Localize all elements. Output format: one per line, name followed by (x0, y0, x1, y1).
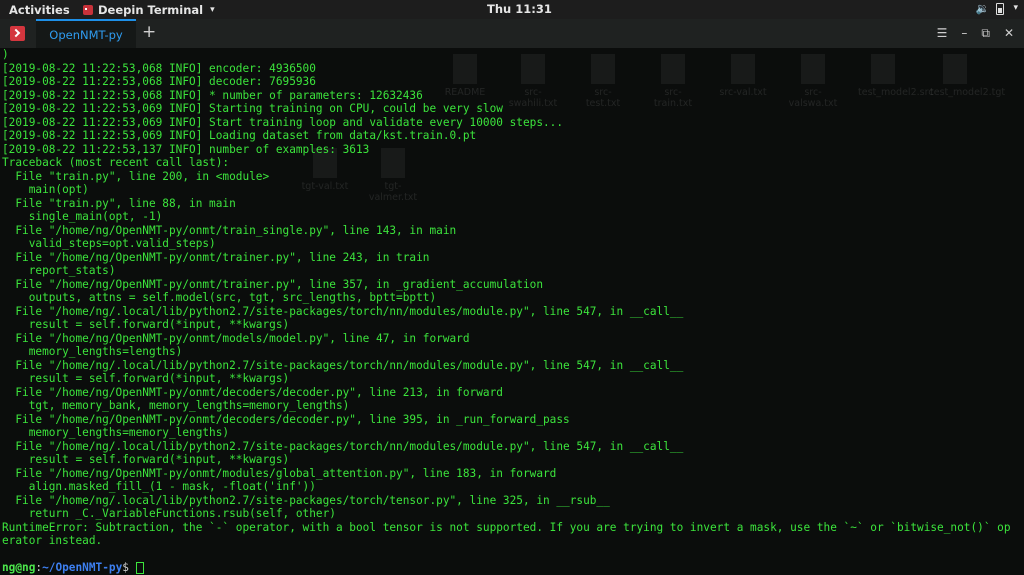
terminal-line: File "/home/ng/.local/lib/python2.7/site… (2, 358, 684, 372)
app-menu[interactable]: Deepin Terminal ▾ (83, 3, 215, 17)
volume-icon: 🔉 (975, 1, 990, 15)
terminal-logo-icon[interactable] (10, 26, 25, 41)
terminal-line: [2019-08-22 11:22:53,069 INFO] Start tra… (2, 115, 564, 129)
terminal-line: File "/home/ng/OpenNMT-py/onmt/decoders/… (2, 412, 570, 426)
terminal-line: RuntimeError: Subtraction, the `-` opera… (2, 520, 1011, 534)
terminal-line: [2019-08-22 11:22:53,069 INFO] Loading d… (2, 129, 477, 142)
terminal-line: File "/home/ng/OpenNMT-py/onmt/models/mo… (2, 331, 470, 345)
terminal-output[interactable]: ) [2019-08-22 11:22:53,068 INFO] encoder:… (2, 48, 1024, 575)
terminal-line: Traceback (most recent call last): (2, 156, 230, 169)
chevron-down-icon: ▾ (210, 4, 215, 15)
prompt-symbol: $ (122, 561, 136, 574)
top-bar: Activities Deepin Terminal ▾ Thu 11:31 🔉… (0, 0, 1024, 19)
battery-icon (996, 3, 1005, 15)
terminal-line: [2019-08-22 11:22:53,068 INFO] * number … (2, 88, 423, 102)
tab-opennmt-py[interactable]: OpenNMT-py (36, 19, 136, 48)
terminal-line: File "train.py", line 200, in <module> (2, 169, 270, 183)
terminal-line: File "train.py", line 88, in main (2, 196, 236, 210)
prompt-user: ng@ng (2, 561, 36, 574)
terminal-line: File "/home/ng/.local/lib/python2.7/site… (2, 304, 684, 318)
terminal-line: [2019-08-22 11:22:53,068 INFO] decoder: … (2, 75, 316, 88)
maximize-icon[interactable]: ⧉ (981, 26, 990, 41)
terminal-line: main(opt) (2, 183, 89, 196)
chevron-down-icon: ▾ (1013, 3, 1018, 13)
terminal-tab-bar: OpenNMT-py + ☰ – ⧉ ✕ (0, 19, 1024, 48)
terminal-line: File "/home/ng/OpenNMT-py/onmt/modules/g… (2, 466, 557, 480)
terminal-line: result = self.forward(*input, **kwargs) (2, 453, 290, 466)
minimize-icon[interactable]: – (961, 26, 967, 41)
terminal-line: ) (2, 48, 9, 61)
text-cursor (135, 562, 144, 574)
terminal-line: memory_lengths=memory_lengths) (2, 426, 230, 439)
menu-icon[interactable]: ☰ (937, 26, 948, 41)
terminal-line: File "/home/ng/.local/lib/python2.7/site… (2, 493, 610, 507)
app-menu-label: Deepin Terminal (98, 2, 204, 17)
terminal-line: return _C._VariableFunctions.rsub(self, … (2, 507, 336, 520)
terminal-line: valid_steps=opt.valid_steps) (2, 237, 216, 250)
terminal-line: File "/home/ng/OpenNMT-py/onmt/trainer.p… (2, 277, 543, 291)
window-controls: ☰ – ⧉ ✕ (937, 26, 1014, 41)
terminal-line: [2019-08-22 11:22:53,068 INFO] encoder: … (2, 61, 316, 75)
terminal-line: File "/home/ng/OpenNMT-py/onmt/trainer.p… (2, 250, 430, 264)
terminal-line: report_stats) (2, 264, 116, 277)
clock[interactable]: Thu 11:31 (487, 2, 552, 16)
terminal-line: result = self.forward(*input, **kwargs) (2, 318, 290, 331)
terminal-line: outputs, attns = self.model(src, tgt, sr… (2, 291, 437, 304)
terminal-line: [2019-08-22 11:22:53,069 INFO] Starting … (2, 102, 503, 115)
terminal-line: single_main(opt, -1) (2, 210, 163, 223)
terminal-line: result = self.forward(*input, **kwargs) (2, 372, 290, 385)
terminal-line: File "/home/ng/.local/lib/python2.7/site… (2, 439, 684, 453)
terminal-line: memory_lengths=lengths) (2, 345, 183, 358)
shell-prompt[interactable]: ng@ng:~/OpenNMT-py$ (2, 561, 1024, 575)
add-tab-button[interactable]: + (142, 22, 156, 42)
terminal-line: align.masked_fill_(1 - mask, -float('inf… (2, 480, 316, 493)
prompt-path: ~/OpenNMT-py (42, 561, 123, 574)
terminal-line: File "/home/ng/OpenNMT-py/onmt/decoders/… (2, 385, 503, 399)
close-icon[interactable]: ✕ (1004, 26, 1014, 41)
terminal-line: File "/home/ng/OpenNMT-py/onmt/train_sin… (2, 223, 457, 237)
terminal-app-icon (83, 4, 93, 15)
activities-button[interactable]: Activities (0, 3, 83, 17)
system-menu[interactable]: 🔉 ▾ (976, 1, 1018, 15)
terminal-line: erator instead. (2, 534, 103, 547)
terminal-line: [2019-08-22 11:22:53,137 INFO] number of… (2, 142, 370, 156)
terminal-line: tgt, memory_bank, memory_lengths=memory_… (2, 399, 350, 412)
